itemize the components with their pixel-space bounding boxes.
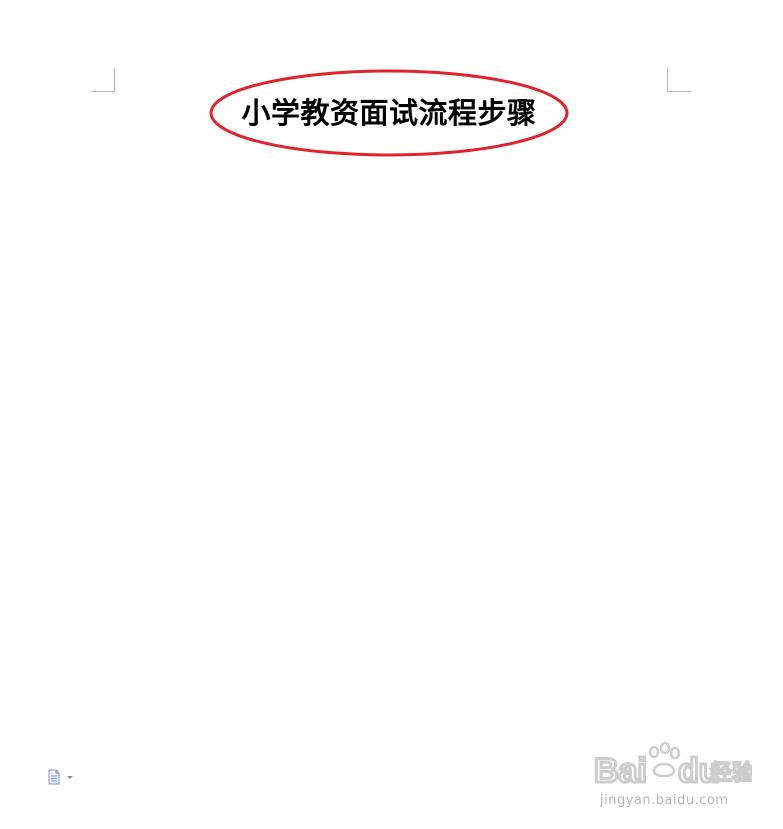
document-icon (48, 769, 60, 785)
paragraph-options-button[interactable] (46, 769, 76, 785)
watermark-logo: Bai du 经验 (593, 741, 752, 792)
watermark-url: jingyan.baidu.com (600, 793, 729, 808)
baidu-jingyan-watermark: Bai du 经验 jingyan.baidu.com (592, 740, 752, 815)
margin-corner-top-right (667, 68, 691, 92)
document-title[interactable]: 小学教资面试流程步骤 (208, 68, 570, 158)
watermark-brand-cn: 经验 (710, 760, 752, 786)
chevron-down-icon (67, 776, 73, 779)
title-annotation: 小学教资面试流程步骤 (208, 68, 570, 158)
margin-corner-top-left (91, 68, 115, 92)
paw-icon (648, 741, 681, 778)
watermark-brand-bai: Bai (594, 752, 647, 790)
document-page[interactable]: 小学教资面试流程步骤 Bai du 经验 jingyan.baidu.com (0, 0, 783, 829)
